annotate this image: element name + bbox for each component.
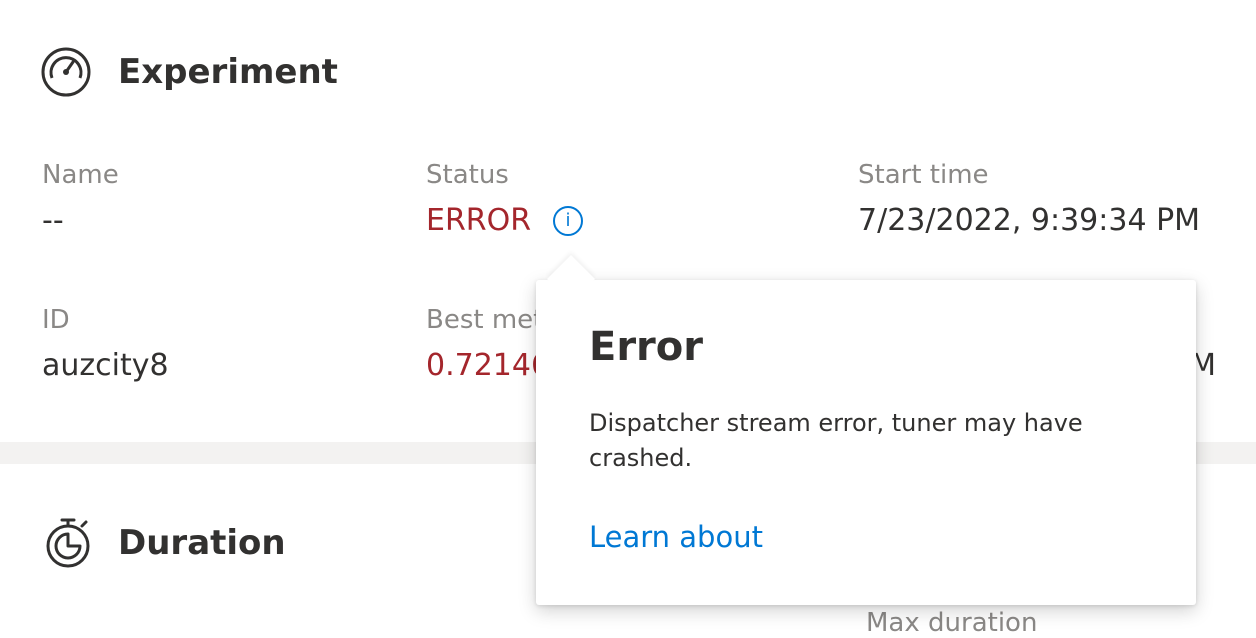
- status-label: Status: [426, 160, 509, 190]
- callout-title: Error: [589, 324, 703, 370]
- duration-section-title: Duration: [118, 523, 286, 563]
- info-icon[interactable]: i: [553, 206, 583, 236]
- start-time-value: 7/23/2022, 9:39:34 PM: [858, 203, 1201, 238]
- best-metric-label: Best met: [426, 305, 544, 335]
- status-value: ERROR: [426, 203, 532, 238]
- start-time-label: Start time: [858, 160, 989, 190]
- id-value: auzcity8: [42, 348, 169, 383]
- best-metric-value: 0.72146: [426, 348, 551, 383]
- speedometer-icon: [41, 47, 91, 97]
- callout-message: Dispatcher stream error, tuner may have …: [589, 409, 1083, 472]
- callout-beak-cover: [538, 281, 618, 311]
- name-label: Name: [42, 160, 119, 190]
- experiment-section-title: Experiment: [118, 52, 338, 92]
- name-value: --: [42, 203, 64, 238]
- max-duration-label: Max duration: [866, 608, 1038, 638]
- stopwatch-icon: [46, 518, 90, 568]
- id-label: ID: [42, 305, 70, 335]
- learn-about-link[interactable]: Learn about: [589, 520, 763, 554]
